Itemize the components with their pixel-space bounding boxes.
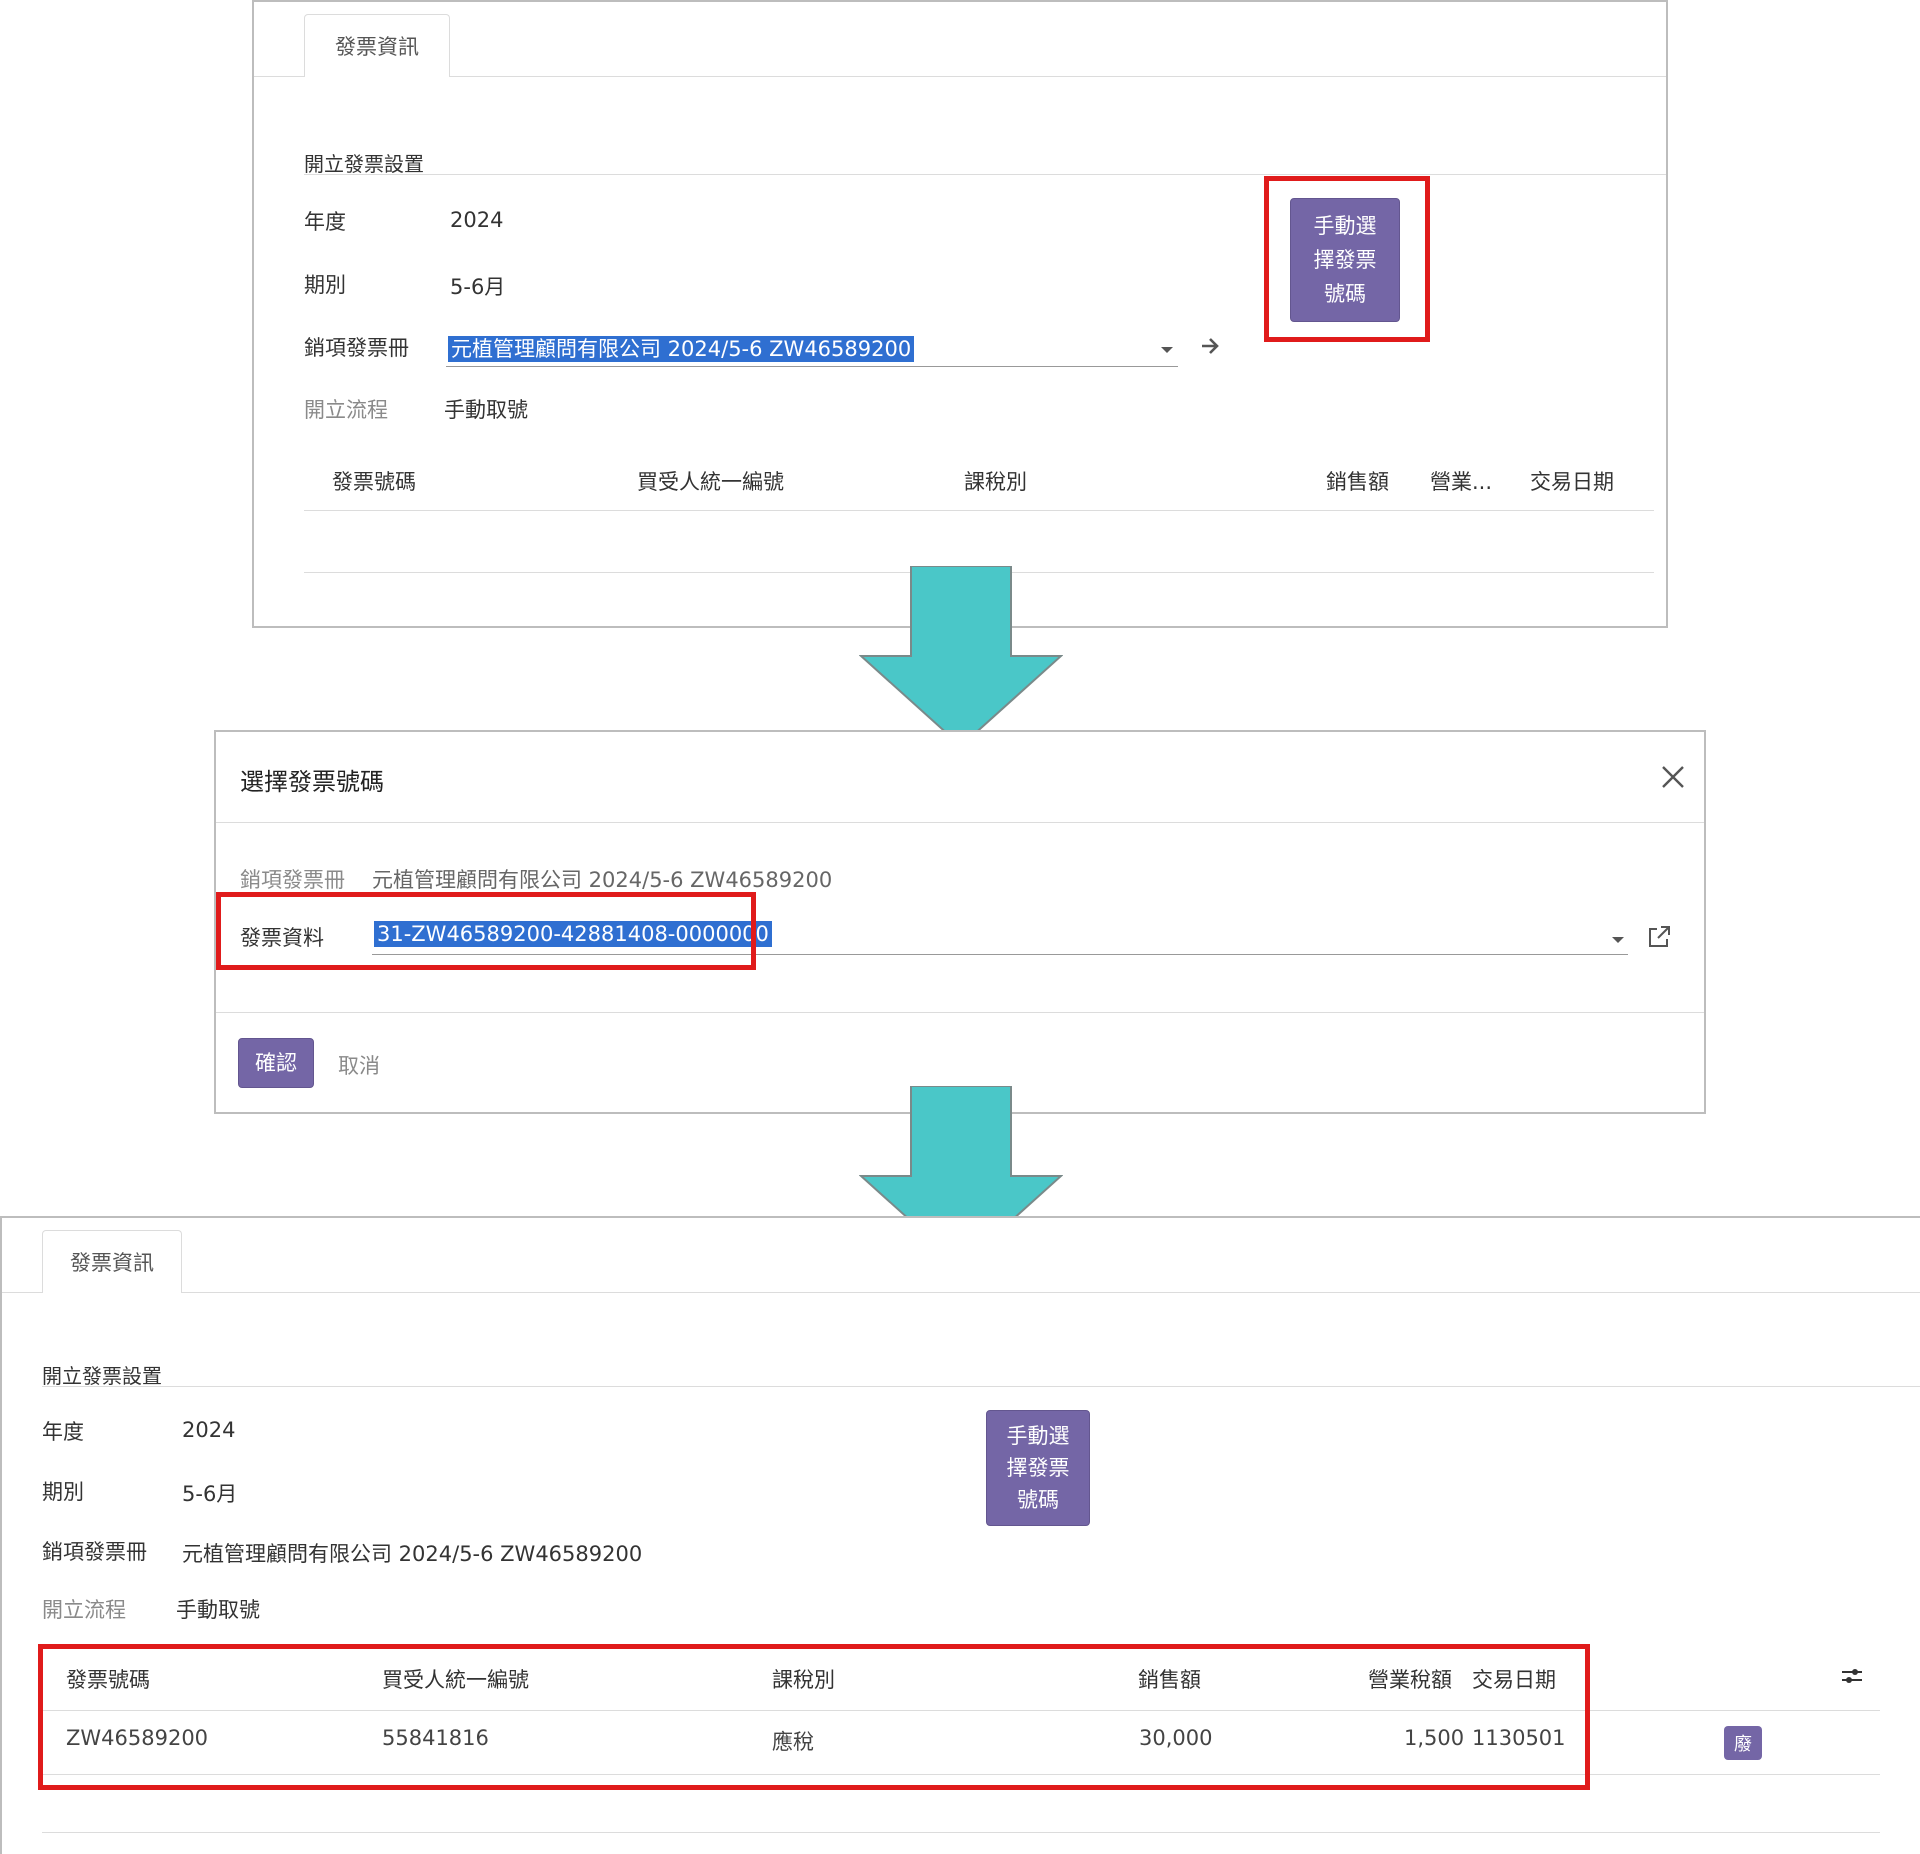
book-value: 元植管理顧問有限公司 2024/5-6 ZW46589200 xyxy=(182,1542,643,1566)
tab-invoice-info[interactable]: 發票資訊 xyxy=(304,14,450,77)
dialog-footer-divider xyxy=(216,1012,1704,1013)
year-label: 年度 xyxy=(304,210,346,234)
table-header-divider xyxy=(304,510,1654,511)
invoice-info-panel-before: 發票資訊 開立發票設置 年度 2024 期別 5-6月 銷項發票冊 元植管理顧問… xyxy=(252,0,1668,628)
close-icon[interactable] xyxy=(1660,764,1686,794)
flow-label: 開立流程 xyxy=(304,398,388,422)
manual-btn-line3: 號碼 xyxy=(1017,1488,1059,1512)
chevron-down-icon[interactable] xyxy=(1612,937,1624,943)
book-select[interactable]: 元植管理顧問有限公司 2024/5-6 ZW46589200 xyxy=(448,333,915,363)
dialog-book-value: 元植管理顧問有限公司 2024/5-6 ZW46589200 xyxy=(372,868,833,892)
col-tax-type[interactable]: 課稅別 xyxy=(964,466,1027,496)
table-footer-divider xyxy=(42,1832,1880,1833)
dialog-header-divider xyxy=(216,822,1704,823)
book-select-value: 元植管理顧問有限公司 2024/5-6 ZW46589200 xyxy=(448,336,915,362)
book-label: 銷項發票冊 xyxy=(304,336,409,360)
section-title: 開立發票設置 xyxy=(42,1364,162,1388)
year-value: 2024 xyxy=(450,208,504,232)
flow-value: 手動取號 xyxy=(176,1598,260,1622)
year-value: 2024 xyxy=(182,1418,236,1442)
flow-label: 開立流程 xyxy=(42,1598,126,1622)
col-invoice-no[interactable]: 發票號碼 xyxy=(332,466,416,496)
year-label: 年度 xyxy=(42,1420,84,1444)
confirm-button[interactable]: 確認 xyxy=(238,1038,314,1088)
col-tax[interactable]: 營業... xyxy=(1430,466,1492,496)
void-badge[interactable]: 廢 xyxy=(1724,1726,1762,1760)
column-settings-icon[interactable] xyxy=(1840,1664,1864,1692)
chevron-down-icon[interactable] xyxy=(1161,347,1173,353)
manual-btn-line2: 擇發票 xyxy=(1006,1456,1070,1480)
cancel-button[interactable]: 取消 xyxy=(338,1050,380,1080)
period-value: 5-6月 xyxy=(182,1482,238,1506)
highlight-invoice-table xyxy=(38,1644,1590,1790)
col-sales[interactable]: 銷售額 xyxy=(1326,466,1389,496)
arrow-right-icon[interactable] xyxy=(1198,334,1222,362)
highlight-invoice-data xyxy=(216,892,756,970)
col-date[interactable]: 交易日期 xyxy=(1530,466,1614,496)
external-link-icon[interactable] xyxy=(1646,924,1672,954)
highlight-manual-button xyxy=(1264,176,1430,342)
book-label: 銷項發票冊 xyxy=(42,1540,147,1564)
dialog-title: 選擇發票號碼 xyxy=(240,768,384,796)
book-select-underline xyxy=(446,366,1178,367)
section-title: 開立發票設置 xyxy=(304,152,424,176)
section-divider xyxy=(42,1386,1920,1387)
flow-arrow-down-1 xyxy=(859,566,1063,748)
tab-strip xyxy=(254,2,1666,77)
period-label: 期別 xyxy=(304,273,346,297)
tab-strip xyxy=(2,1218,1920,1293)
period-label: 期別 xyxy=(42,1480,84,1504)
col-buyer-id[interactable]: 買受人統一編號 xyxy=(637,466,784,496)
manual-select-invoice-button[interactable]: 手動選 擇發票 號碼 xyxy=(986,1410,1090,1526)
period-value: 5-6月 xyxy=(450,275,506,299)
dialog-book-label: 銷項發票冊 xyxy=(240,868,345,892)
flow-value: 手動取號 xyxy=(444,398,528,422)
section-divider xyxy=(304,174,1666,175)
tab-invoice-info[interactable]: 發票資訊 xyxy=(42,1230,182,1293)
manual-btn-line1: 手動選 xyxy=(1006,1424,1070,1448)
